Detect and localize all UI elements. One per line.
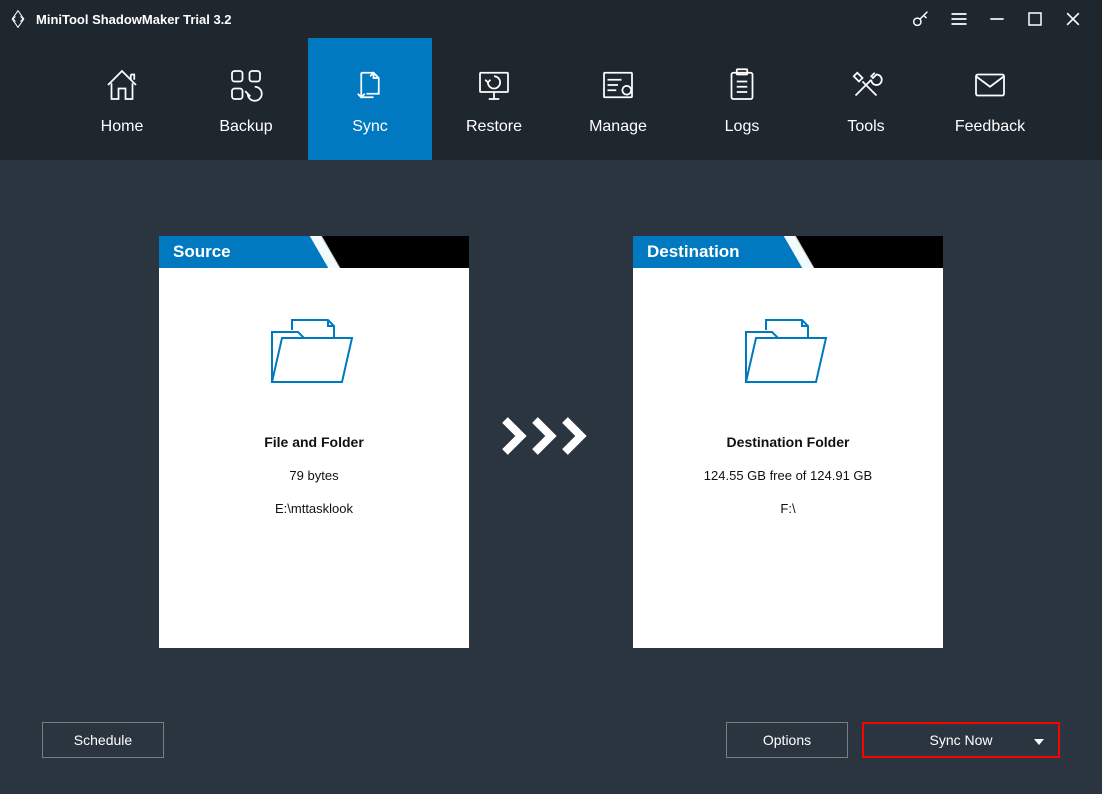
folder-icon [738, 308, 838, 392]
restore-icon [471, 62, 517, 108]
schedule-label: Schedule [74, 732, 132, 748]
app-logo-icon [8, 9, 28, 29]
source-size: 79 bytes [289, 468, 338, 483]
maximize-button[interactable] [1016, 0, 1054, 38]
key-icon[interactable] [902, 0, 940, 38]
sync-icon [347, 62, 393, 108]
source-panel[interactable]: Source File and Folder 79 bytes E:\mttas… [159, 236, 469, 648]
nav-label: Manage [589, 118, 647, 136]
minimize-button[interactable] [978, 0, 1016, 38]
destination-panel-header: Destination [633, 236, 943, 268]
nav-feedback[interactable]: Feedback [928, 38, 1052, 160]
destination-panel[interactable]: Destination Destination Folder 124.55 GB… [633, 236, 943, 648]
caret-down-icon [1034, 732, 1044, 748]
nav-restore[interactable]: Restore [432, 38, 556, 160]
feedback-icon [967, 62, 1013, 108]
nav-logs[interactable]: Logs [680, 38, 804, 160]
backup-icon [223, 62, 269, 108]
main-area: Source File and Folder 79 bytes E:\mttas… [0, 160, 1102, 698]
nav-label: Tools [847, 118, 884, 136]
destination-title: Destination Folder [727, 434, 850, 450]
tools-icon [843, 62, 889, 108]
nav-label: Sync [352, 118, 388, 136]
options-button[interactable]: Options [726, 722, 848, 758]
source-header-label: Source [159, 236, 304, 268]
arrows-icon [499, 416, 603, 456]
footer: Schedule Options Sync Now [0, 698, 1102, 794]
options-label: Options [763, 732, 811, 748]
close-button[interactable] [1054, 0, 1092, 38]
nav-manage[interactable]: Manage [556, 38, 680, 160]
home-icon [99, 62, 145, 108]
source-title: File and Folder [264, 434, 364, 450]
destination-path: F:\ [780, 501, 795, 516]
window-title: MiniTool ShadowMaker Trial 3.2 [36, 12, 232, 27]
manage-icon [595, 62, 641, 108]
nav-label: Home [101, 118, 144, 136]
sync-now-button[interactable]: Sync Now [862, 722, 1060, 758]
nav-sync[interactable]: Sync [308, 38, 432, 160]
nav-label: Logs [725, 118, 760, 136]
source-panel-header: Source [159, 236, 469, 268]
logs-icon [719, 62, 765, 108]
source-path: E:\mttasklook [275, 501, 353, 516]
main-nav: Home Backup Sync Restore [0, 38, 1102, 160]
nav-backup[interactable]: Backup [184, 38, 308, 160]
menu-icon[interactable] [940, 0, 978, 38]
destination-header-label: Destination [633, 236, 778, 268]
syncnow-label: Sync Now [929, 732, 992, 748]
nav-tools[interactable]: Tools [804, 38, 928, 160]
schedule-button[interactable]: Schedule [42, 722, 164, 758]
destination-space: 124.55 GB free of 124.91 GB [704, 468, 872, 483]
nav-label: Backup [219, 118, 272, 136]
folder-icon [264, 308, 364, 392]
nav-label: Restore [466, 118, 522, 136]
title-bar: MiniTool ShadowMaker Trial 3.2 [0, 0, 1102, 38]
nav-home[interactable]: Home [60, 38, 184, 160]
nav-label: Feedback [955, 118, 1025, 136]
